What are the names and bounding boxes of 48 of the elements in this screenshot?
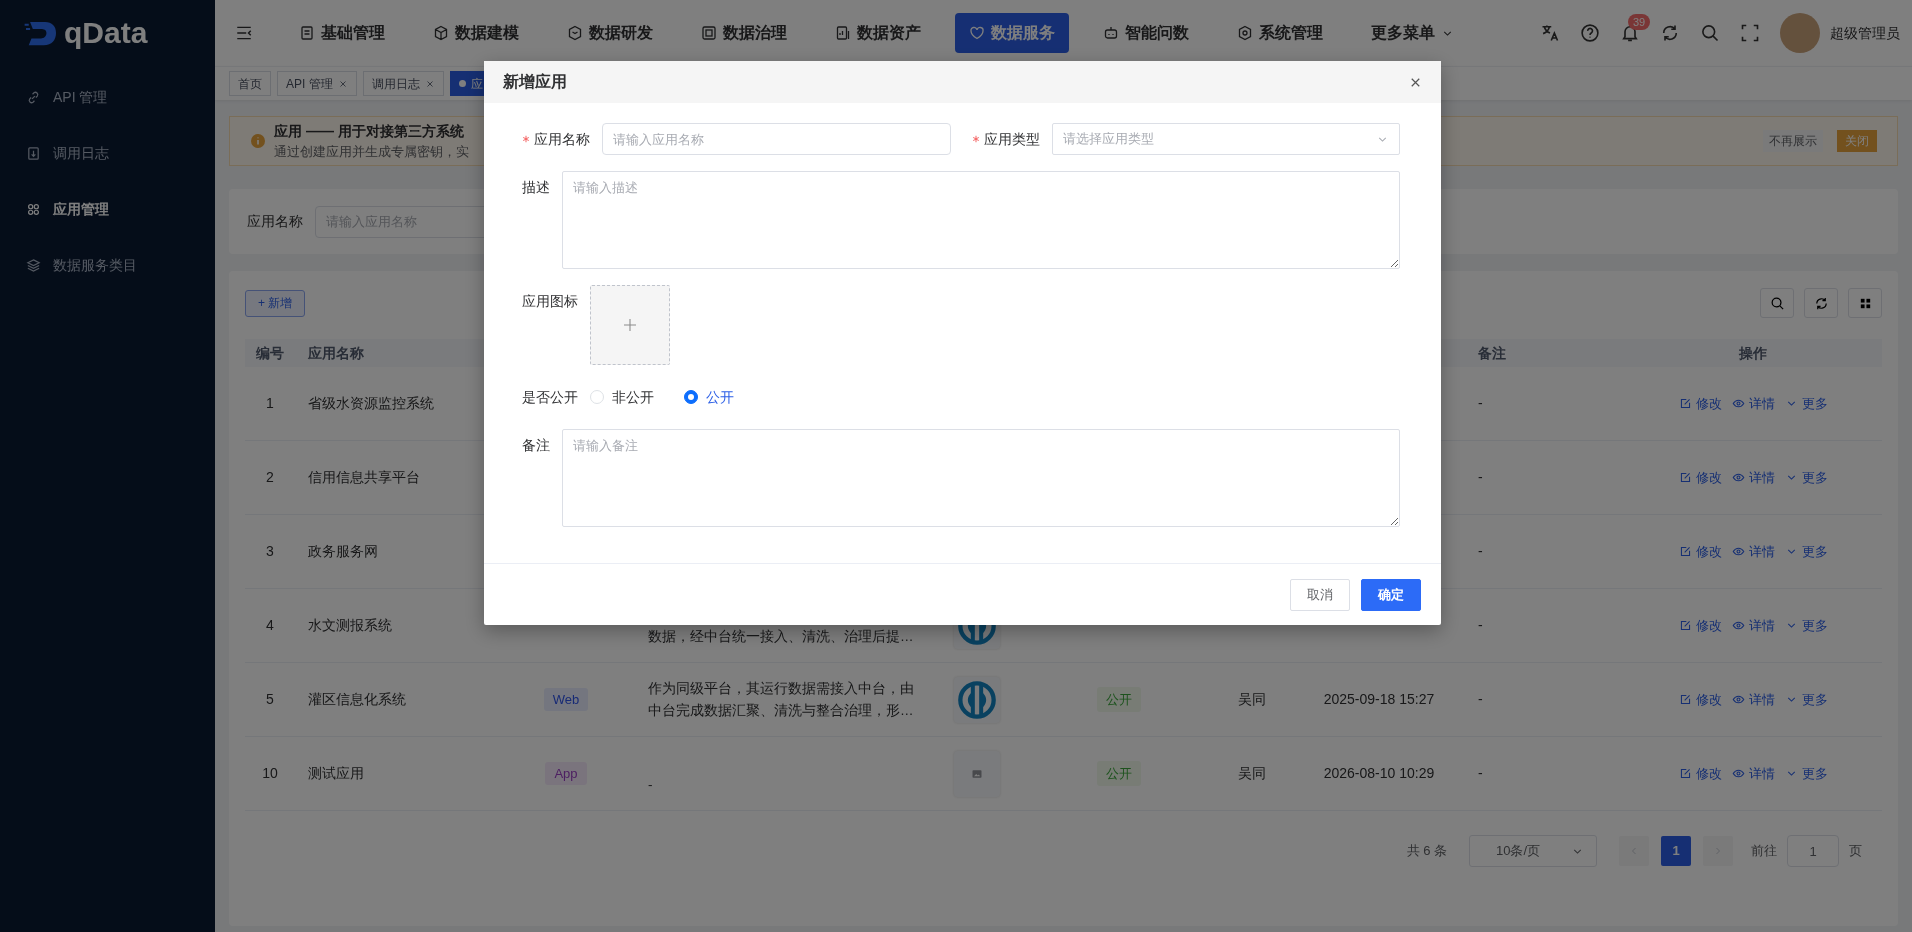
total-count: 共 6 条: [1406, 842, 1447, 861]
table-cell-text: 5: [266, 690, 274, 709]
goto-label: 前往: [1751, 842, 1777, 861]
table-cell-text: 10: [262, 764, 278, 783]
dialog-title: 新增应用: [503, 72, 567, 92]
description-text: 数据，经中台统一接入、清洗、治理后提…: [648, 627, 914, 646]
field-label: 应用图标: [522, 292, 578, 311]
alert-text: 通过创建应用并生成专属密钥，实: [274, 142, 469, 161]
logo-text: qData: [64, 18, 148, 48]
table-cell-text: 信用信息共享平台: [308, 468, 420, 487]
description-text: -: [648, 775, 653, 794]
table-cell-text: 4: [266, 616, 274, 635]
column-header: 操作: [1739, 343, 1767, 363]
table-cell-text: 灌区信息化系统: [308, 690, 406, 709]
table-cell-text: 1: [266, 394, 274, 413]
table-cell-text: 3: [266, 542, 274, 561]
table-cell-text: -: [1478, 542, 1483, 561]
column-header: 编号: [256, 343, 284, 363]
status-tag: 公开: [1097, 686, 1141, 713]
field-label: 描述: [522, 178, 550, 197]
table-cell-text: 政务服务网: [308, 542, 378, 561]
page-suffix: 页: [1849, 842, 1862, 861]
column-header: 应用名称: [308, 343, 364, 363]
column-header: 备注: [1478, 343, 1506, 363]
field-label: 应用类型: [983, 130, 1040, 149]
table-cell-text: -: [1478, 690, 1483, 709]
table-cell-text: -: [1478, 764, 1483, 783]
filter-label: 应用名称: [247, 212, 303, 231]
table-cell-text: -: [1478, 394, 1483, 413]
table-cell-text: -: [1478, 616, 1483, 635]
table-cell-text: -: [1478, 468, 1483, 487]
table-cell-text: 测试应用: [308, 764, 364, 783]
type-tag: App: [545, 761, 587, 786]
field-label: 是否公开: [522, 388, 578, 407]
table-cell-text: 省级水资源监控系统: [308, 394, 434, 413]
status-tag: 公开: [1097, 760, 1141, 787]
description-text: 作为同级平台，其运行数据需接入中台，由中台完成数据汇聚、清洗与整合治理，形…: [648, 679, 915, 720]
table-cell-text: 吴同: [1237, 764, 1266, 783]
table-cell-text: 2: [266, 468, 274, 487]
table-cell-text: 吴同: [1237, 690, 1266, 709]
alert-title: 应用 —— 用于对接第三方系统: [274, 121, 464, 141]
table-cell-text: 水文测报系统: [308, 616, 392, 635]
type-tag: Web: [543, 687, 589, 712]
field-label: 备注: [522, 436, 550, 455]
table-cell-text: 2025-09-18 15:27: [1323, 690, 1435, 709]
field-label: 应用名称: [534, 130, 590, 149]
notification-badge: 39: [1628, 14, 1651, 30]
table-cell-text: 2026-08-10 10:29: [1323, 764, 1435, 783]
